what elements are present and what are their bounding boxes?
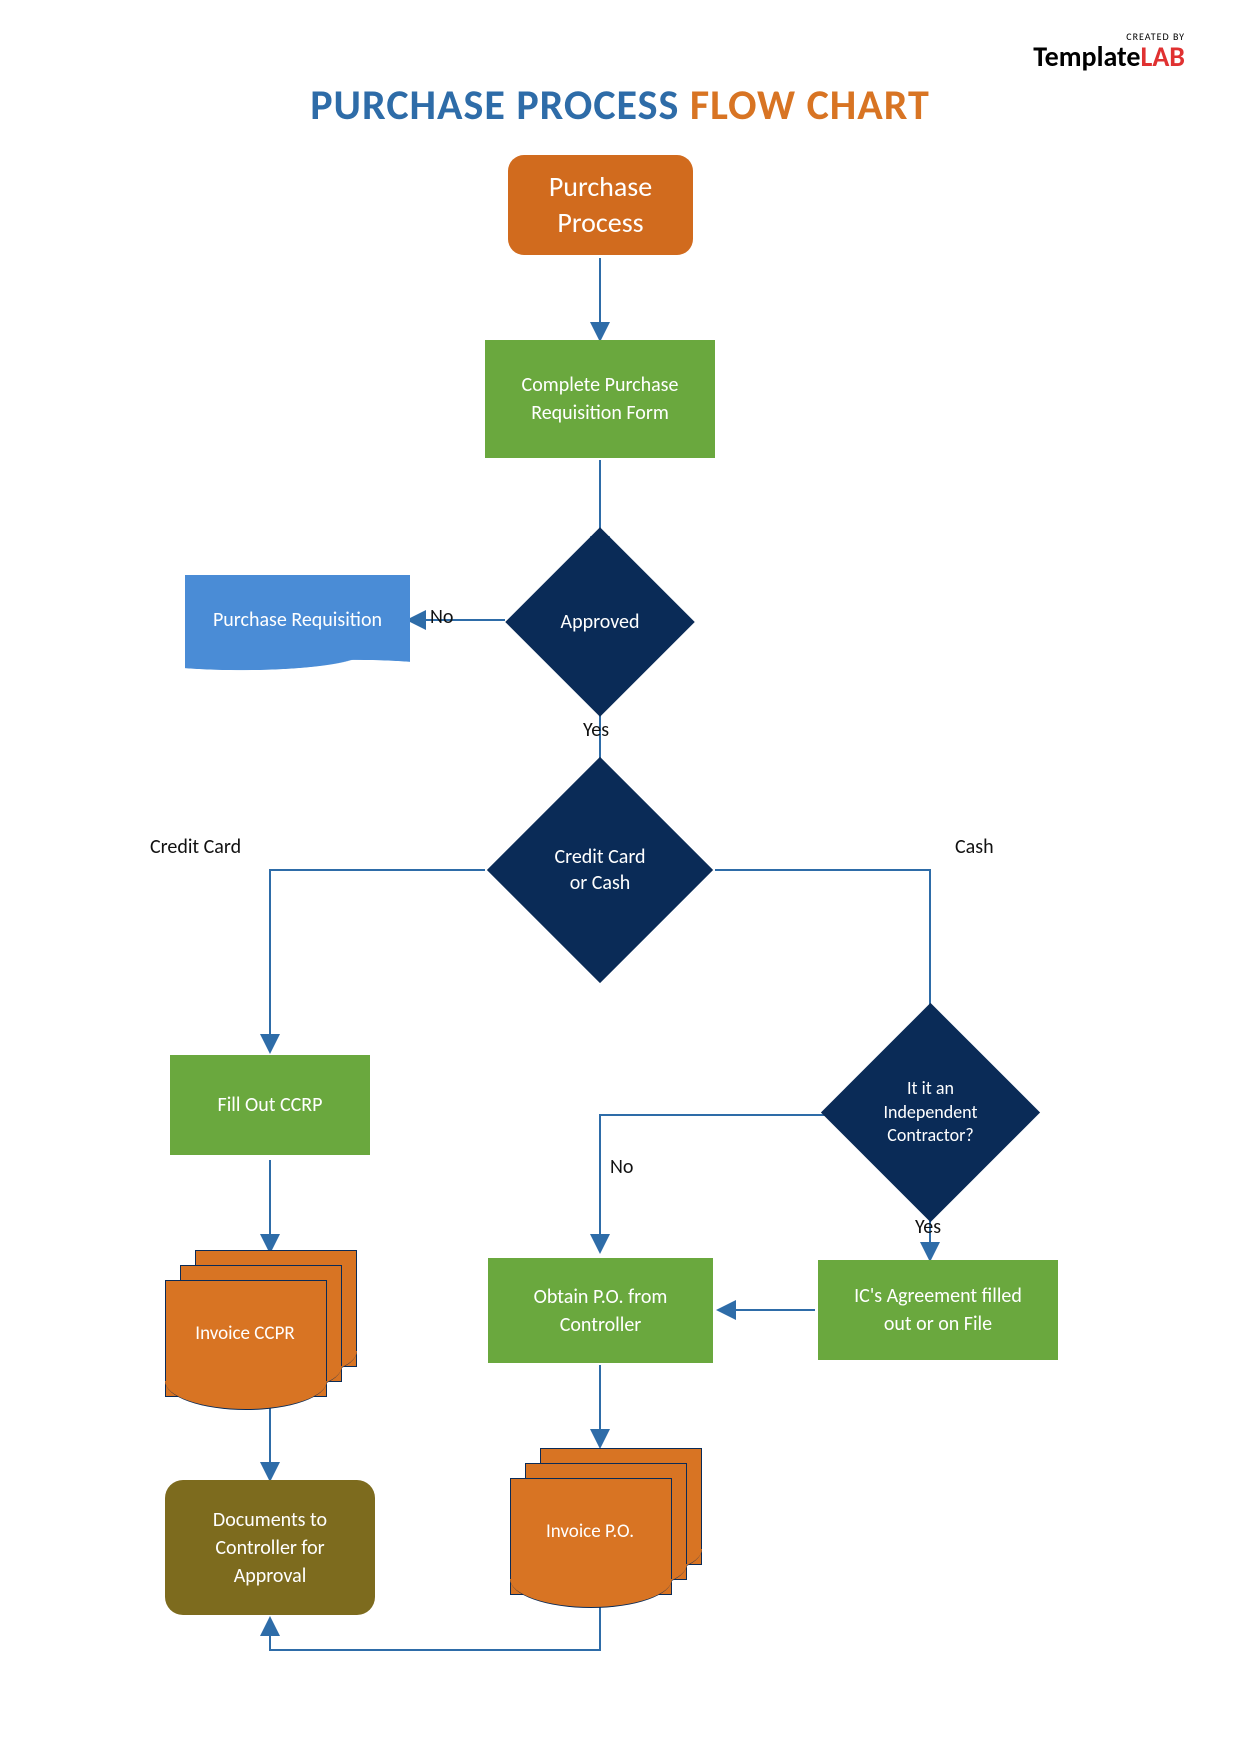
node-obtain-po: Obtain P.O. from Controller [488,1258,713,1363]
node-credit-or-cash: Credit Card or Cash [520,790,680,950]
label-credit-card: Credit Card [150,835,241,859]
node-purchase-requisition-label: Purchase Requisition [213,608,382,632]
node-fill-ccrp: Fill Out CCRP [170,1055,370,1155]
node-invoice-ccpr-label: Invoice CCPR [165,1322,325,1345]
node-start: Purchase Process [508,155,693,255]
node-invoice-po-label: Invoice P.O. [510,1520,670,1543]
title-part2: FLOW CHART [690,80,930,131]
logo: CREATED BY TemplateLAB [1033,30,1185,74]
label-no-2: No [610,1155,633,1179]
node-approved-label: Approved [533,555,667,689]
node-requisition-form: Complete Purchase Requisition Form [485,340,715,458]
node-independent-contractor-label: It it an Independent Contractor? [853,1035,1008,1190]
node-invoice-ccpr: Invoice CCPR [165,1250,365,1400]
node-documents-approval: Documents to Controller for Approval [165,1480,375,1615]
label-yes-1: Yes [583,718,609,742]
node-credit-or-cash-label: Credit Card or Cash [520,790,680,950]
node-purchase-requisition: Purchase Requisition [185,575,410,665]
node-approved: Approved [533,555,667,689]
flowchart-page: CREATED BY TemplateLAB PURCHASE PROCESS … [0,0,1240,1754]
label-no-1: No [430,605,453,629]
logo-brand-part2: LAB [1140,39,1185,74]
title-part1: PURCHASE PROCESS [310,80,690,131]
label-yes-2: Yes [915,1215,941,1239]
label-cash: Cash [955,835,994,859]
node-ic-agreement: IC's Agreement filled out or on File [818,1260,1058,1360]
logo-brand-part1: Template [1033,39,1140,74]
page-title: PURCHASE PROCESS FLOW CHART [0,80,1240,131]
logo-brand: TemplateLAB [1033,39,1185,74]
node-invoice-po: Invoice P.O. [510,1448,710,1598]
node-independent-contractor: It it an Independent Contractor? [853,1035,1008,1190]
